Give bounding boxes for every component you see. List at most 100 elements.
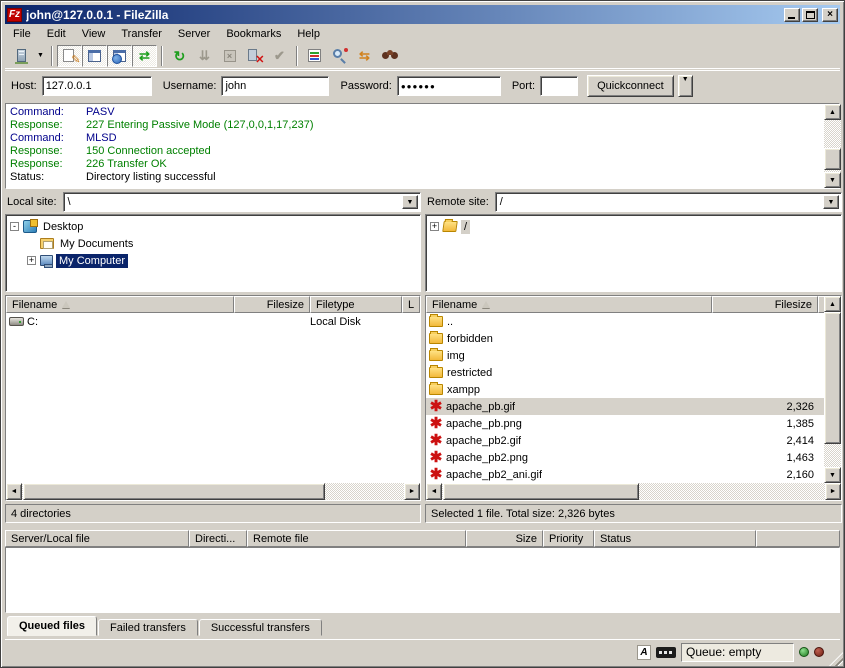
cancel-operation-button[interactable]: × [217,45,242,67]
toggle-local-tree-button[interactable] [82,45,107,67]
file-row[interactable]: ✱ apache_pb2.png 1,463 [426,449,824,466]
data-type-indicator-icon[interactable]: A [637,645,651,660]
scrollbar-thumb[interactable] [824,312,841,444]
image-file-icon: ✱ [429,451,443,465]
column-filesize[interactable]: Filesize [234,296,310,313]
expand-icon[interactable]: + [27,256,36,265]
local-site-combobox[interactable]: \ ▼ [63,192,421,212]
username-label: Username: [163,80,217,92]
menu-help[interactable]: Help [289,26,328,42]
column-filetype[interactable]: Filetype [310,296,402,313]
quickconnect-button[interactable]: Quickconnect [587,75,674,97]
site-manager-button[interactable] [9,45,34,67]
tree-item-my-computer[interactable]: + My Computer [27,252,420,269]
reconnect-button[interactable]: ✔ [267,45,292,67]
process-queue-button[interactable]: ⇊ [192,45,217,67]
find-files-button[interactable] [377,45,402,67]
menu-bookmarks[interactable]: Bookmarks [218,26,289,42]
column-priority[interactable]: Priority [543,530,594,547]
chevron-down-icon[interactable]: ▼ [402,195,418,209]
maximize-button[interactable] [802,8,818,22]
column-filesize[interactable]: Filesize [712,296,818,313]
expand-icon[interactable]: + [430,222,439,231]
scroll-left-icon[interactable]: ◄ [6,483,22,500]
disconnect-button[interactable]: ✕ [242,45,267,67]
tab-failed-transfers[interactable]: Failed transfers [98,619,198,636]
file-row[interactable]: .. [426,313,824,330]
find-files-icon [381,48,399,64]
log-scrollbar[interactable]: ▲ ▼ [824,104,841,188]
file-row[interactable]: xampp [426,381,824,398]
chevron-down-icon[interactable]: ▼ [823,195,839,209]
password-input[interactable] [397,76,501,96]
remote-horizontal-scrollbar[interactable]: ◄ ► [426,483,841,500]
toggle-transfer-queue-button[interactable]: ⇄ [132,45,157,67]
close-button[interactable]: × [822,8,838,22]
my-computer-icon [40,255,53,266]
collapse-icon[interactable]: - [10,222,19,231]
directory-comparison-button[interactable] [327,45,352,67]
tree-item-my-documents[interactable]: My Documents [27,235,420,252]
file-row-c-drive[interactable]: C: Local Disk [6,313,420,330]
column-filename[interactable]: Filename [426,296,712,313]
file-row-selected[interactable]: ✱ apache_pb.gif 2,326 [426,398,824,415]
file-row[interactable]: ✱ apache_pb.png 1,385 [426,415,824,432]
scroll-up-icon[interactable]: ▲ [824,104,841,120]
queue-body[interactable] [5,547,840,613]
minimize-button[interactable] [784,8,800,22]
file-row[interactable]: forbidden [426,330,824,347]
quickconnect-dropdown[interactable]: ▼ [678,75,693,97]
local-site-bar: Local site: \ ▼ [5,192,421,212]
menu-edit[interactable]: Edit [39,26,74,42]
column-direction[interactable]: Directi... [189,530,247,547]
folder-icon [429,350,443,361]
scrollbar-thumb[interactable] [23,483,325,500]
close-icon: × [823,9,837,21]
toolbar: ▼ ✎ ⇄ ↻ ⇊ × ✕ ✔ [5,43,840,69]
scrollbar-thumb[interactable] [824,148,841,170]
scroll-up-icon[interactable]: ▲ [824,296,841,312]
file-row[interactable]: restricted [426,364,824,381]
remote-vertical-scrollbar[interactable]: ▲ ▼ [824,296,841,483]
column-server-local-file[interactable]: Server/Local file [5,530,189,547]
scroll-down-icon[interactable]: ▼ [824,467,841,483]
titlebar[interactable]: Fz john@127.0.0.1 - FileZilla × [5,5,840,24]
process-queue-icon: ⇊ [196,48,214,64]
send-activity-led-icon [814,647,824,657]
column-status[interactable]: Status [594,530,756,547]
file-row[interactable]: img [426,347,824,364]
remote-site-combobox[interactable]: / ▼ [495,192,842,212]
port-input[interactable] [540,76,578,96]
window-title: john@127.0.0.1 - FileZilla [26,8,782,22]
column-remote-file[interactable]: Remote file [247,530,466,547]
column-last-modified[interactable]: L [402,296,420,313]
site-manager-dropdown[interactable]: ▼ [34,45,47,67]
toolbar-separator [296,46,298,66]
toggle-message-log-button[interactable]: ✎ [57,45,82,67]
scrollbar-thumb[interactable] [443,483,639,500]
scroll-down-icon[interactable]: ▼ [824,172,841,188]
menu-view[interactable]: View [74,26,114,42]
menu-server[interactable]: Server [170,26,218,42]
column-filename[interactable]: Filename [6,296,234,313]
tree-item-root[interactable]: + / [430,218,841,235]
menu-file[interactable]: File [5,26,39,42]
toggle-remote-tree-button[interactable] [107,45,132,67]
local-horizontal-scrollbar[interactable]: ◄ ► [6,483,420,500]
scroll-right-icon[interactable]: ► [404,483,420,500]
refresh-button[interactable]: ↻ [167,45,192,67]
tab-successful-transfers[interactable]: Successful transfers [199,619,322,636]
column-size[interactable]: Size [466,530,543,547]
file-row[interactable]: ✱ apache_pb2_ani.gif 2,160 [426,466,824,483]
file-row[interactable]: ✱ apache_pb2.gif 2,414 [426,432,824,449]
encryption-indicator-icon[interactable] [656,647,676,658]
scroll-left-icon[interactable]: ◄ [426,483,442,500]
menu-transfer[interactable]: Transfer [113,26,170,42]
filter-button[interactable] [302,45,327,67]
host-input[interactable] [42,76,152,96]
synchronized-browsing-button[interactable]: ⇆ [352,45,377,67]
scroll-right-icon[interactable]: ► [825,483,841,500]
tree-item-desktop[interactable]: - Desktop [10,218,420,235]
username-input[interactable] [221,76,329,96]
tab-queued-files[interactable]: Queued files [7,616,97,636]
